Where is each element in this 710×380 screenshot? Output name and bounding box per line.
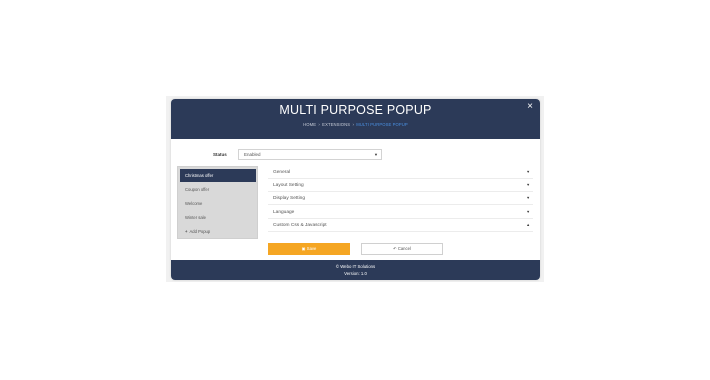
status-select[interactable]: Enabled ▼ bbox=[238, 149, 382, 160]
reply-icon: ↶ bbox=[393, 246, 397, 251]
breadcrumb-separator: › bbox=[318, 122, 320, 127]
header: MULTI PURPOSE POPUP × HOME › EXTENSIONS … bbox=[171, 99, 540, 139]
caret-down-icon: ▼ bbox=[526, 170, 530, 174]
breadcrumb-home[interactable]: HOME bbox=[303, 122, 316, 127]
cancel-button-label: Cancel bbox=[397, 246, 411, 251]
accordion-display-setting[interactable]: Display Setting ▼ bbox=[268, 192, 533, 205]
breadcrumb-separator: › bbox=[352, 122, 354, 127]
accordion-label: General bbox=[273, 170, 291, 175]
status-value: Enabled bbox=[244, 152, 261, 157]
add-popup-label: Add Popup bbox=[189, 229, 211, 234]
cancel-button[interactable]: ↶ Cancel bbox=[361, 243, 443, 255]
plus-icon: + bbox=[185, 229, 188, 234]
footer: © Webo IT Solutions Version: 1.0 bbox=[171, 260, 540, 280]
sidebar-item-welcome[interactable]: Welcome bbox=[180, 197, 256, 210]
accordion-language[interactable]: Language ▼ bbox=[268, 206, 533, 219]
caret-up-icon: ▲ bbox=[526, 223, 530, 227]
accordion-label: Language bbox=[273, 210, 295, 215]
accordion-layout-setting[interactable]: Layout Setting ▼ bbox=[268, 179, 533, 192]
footer-version: Version: 1.0 bbox=[344, 271, 367, 276]
popup-panel: MULTI PURPOSE POPUP × HOME › EXTENSIONS … bbox=[171, 99, 540, 280]
close-icon[interactable]: × bbox=[525, 102, 535, 112]
caret-down-icon: ▼ bbox=[526, 196, 530, 200]
save-button[interactable]: ▣ Save bbox=[268, 243, 350, 255]
add-popup-button[interactable]: + Add Popup bbox=[180, 225, 256, 238]
footer-copyright: © Webo IT Solutions bbox=[335, 264, 376, 269]
page-title: MULTI PURPOSE POPUP bbox=[279, 103, 432, 117]
accordion-general[interactable]: General ▼ bbox=[268, 166, 533, 179]
breadcrumb-current[interactable]: MULTI PURPOSE POPUP bbox=[356, 122, 408, 127]
chevron-down-icon: ▼ bbox=[374, 152, 378, 157]
save-icon: ▣ bbox=[301, 246, 306, 251]
status-label: Status bbox=[213, 152, 227, 157]
sidebar-item-coupon-offer[interactable]: Coupon offer bbox=[180, 183, 256, 196]
breadcrumb-extensions[interactable]: EXTENSIONS bbox=[322, 122, 350, 127]
breadcrumb: HOME › EXTENSIONS › MULTI PURPOSE POPUP bbox=[171, 122, 540, 127]
save-button-label: Save bbox=[306, 246, 317, 251]
accordion-label: Layout Setting bbox=[273, 183, 304, 188]
accordion-label: Display Setting bbox=[273, 196, 305, 201]
caret-down-icon: ▼ bbox=[526, 210, 530, 214]
sidebar-item-christmas-offer[interactable]: Christmas offer bbox=[180, 169, 256, 182]
accordion-custom-css-javascript[interactable]: Custom Css & Javascript ▲ bbox=[268, 219, 533, 232]
popup-list-sidebar: Christmas offer Coupon offer Welcome Win… bbox=[177, 166, 258, 239]
accordion-label: Custom Css & Javascript bbox=[273, 223, 327, 228]
caret-down-icon: ▼ bbox=[526, 183, 530, 187]
sidebar-item-winter-sale[interactable]: Winter sale bbox=[180, 211, 256, 224]
